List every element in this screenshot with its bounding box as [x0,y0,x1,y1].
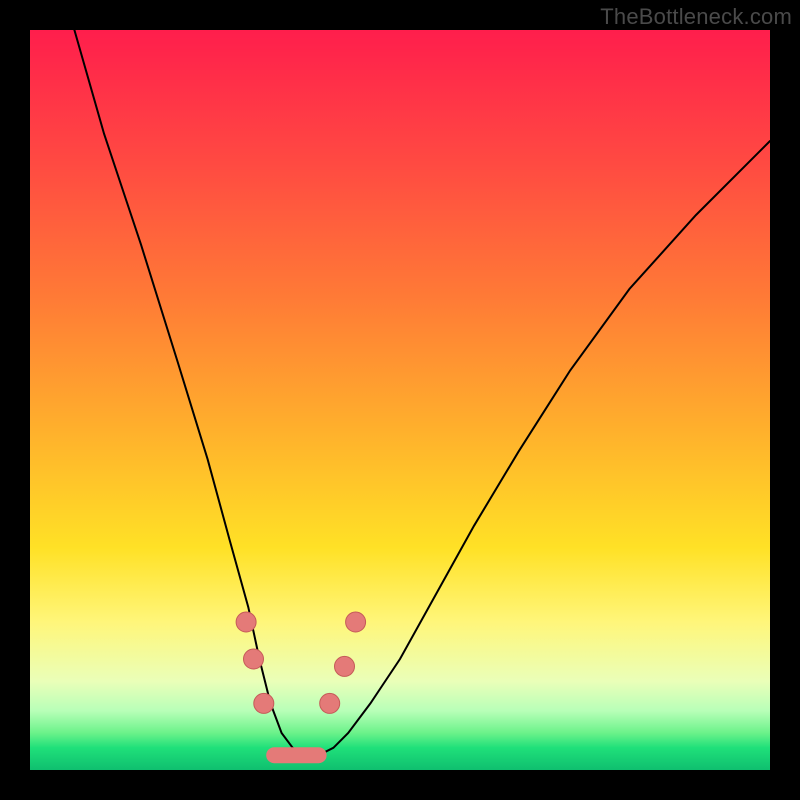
marker-point [335,656,355,676]
chart-frame: TheBottleneck.com [0,0,800,800]
bottleneck-curve [74,30,770,755]
watermark-text: TheBottleneck.com [600,4,792,30]
plot-area [30,30,770,770]
trough-markers [236,612,366,713]
marker-point [320,693,340,713]
marker-point [236,612,256,632]
curve-svg [30,30,770,770]
marker-point [346,612,366,632]
marker-point [254,693,274,713]
marker-point [244,649,264,669]
